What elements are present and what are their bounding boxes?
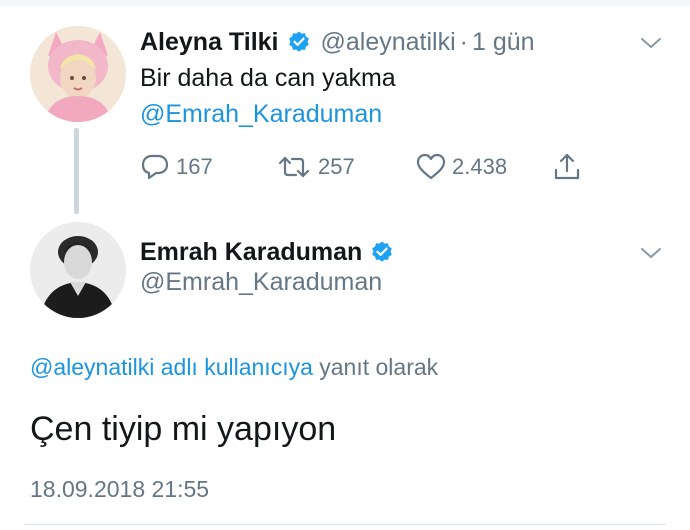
heart-icon: [416, 153, 446, 181]
tweet-actions-bar: 167 257 2.438: [140, 150, 590, 184]
author-handle[interactable]: @aleynatilki: [321, 28, 456, 57]
avatar-aleyna[interactable]: [30, 26, 126, 122]
bottom-divider: [24, 524, 666, 525]
replying-to-link[interactable]: @aleynatilki adlı kullanıcıya: [30, 354, 313, 380]
avatar-emrah[interactable]: [30, 222, 126, 318]
like-count: 2.438: [452, 154, 508, 179]
top-divider: [0, 0, 690, 6]
replying-to-suffix: yanıt olarak: [312, 354, 439, 380]
tweet-time-ago[interactable]: 1 gün: [472, 28, 535, 57]
chevron-down-icon[interactable]: [640, 36, 662, 50]
reply-tweet-text: Çen tiyip mi yapıyon: [30, 410, 337, 448]
share-icon: [552, 152, 582, 182]
thread-connector-line: [74, 128, 79, 214]
retweet-count: 257: [318, 154, 355, 179]
reply-tweet-header: Emrah Karaduman: [140, 232, 394, 272]
reply-count: 167: [176, 154, 213, 179]
share-button[interactable]: [552, 150, 582, 184]
mention-link[interactable]: @Emrah_Karaduman: [140, 100, 382, 129]
retweet-button[interactable]: 257: [276, 150, 355, 184]
parent-tweet-text: Bir daha da can yakma: [140, 64, 396, 92]
author-name[interactable]: Aleyna Tilki: [140, 28, 279, 57]
verified-badge-icon: [370, 240, 394, 264]
author-handle[interactable]: @Emrah_Karaduman: [140, 268, 382, 297]
verified-badge-icon: [287, 30, 311, 54]
reply-context: @aleynatilki adlı kullanıcıya yanıt olar…: [30, 354, 438, 381]
parent-tweet-header: Aleyna Tilki @aleynatilki · 1 gün: [140, 22, 535, 62]
retweet-icon: [276, 153, 312, 181]
author-name[interactable]: Emrah Karaduman: [140, 238, 362, 267]
tweet-timestamp[interactable]: 18.09.2018 21:55: [30, 476, 209, 503]
reply-button[interactable]: 167: [140, 150, 213, 184]
chevron-down-icon[interactable]: [640, 246, 662, 260]
reply-icon: [140, 153, 170, 181]
like-button[interactable]: 2.438: [416, 150, 507, 184]
separator-dot: ·: [459, 27, 468, 56]
